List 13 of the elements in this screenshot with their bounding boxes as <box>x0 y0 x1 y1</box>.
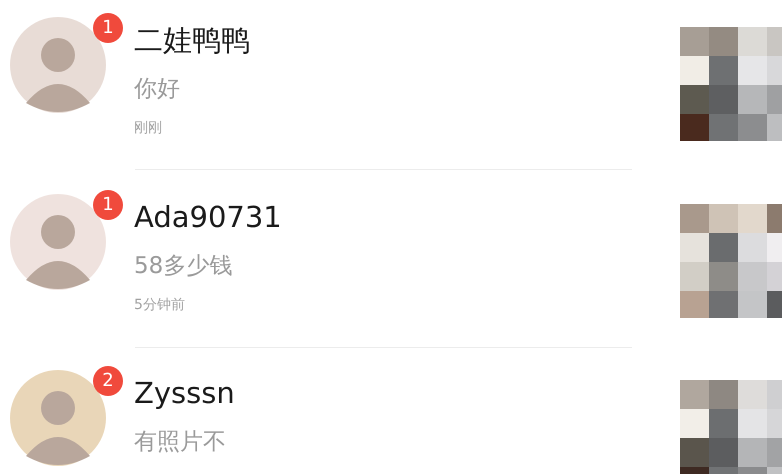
unread-badge: 1 <box>93 13 123 43</box>
contact-name: 二娃鸭鸭 <box>134 22 251 59</box>
contact-name: Ada90731 <box>134 199 283 236</box>
unread-badge: 2 <box>93 366 123 396</box>
message-time: 刚刚 <box>134 119 163 137</box>
message-preview: 有照片不 <box>134 428 227 457</box>
avatar-icon <box>10 17 106 113</box>
avatar-icon <box>10 194 106 290</box>
unread-badge: 1 <box>93 190 123 220</box>
message-time: 5分钟前 <box>134 296 186 314</box>
contact-name: Zysssn <box>134 375 236 412</box>
message-preview: 58多少钱 <box>134 252 234 281</box>
message-preview: 你好 <box>134 75 181 104</box>
